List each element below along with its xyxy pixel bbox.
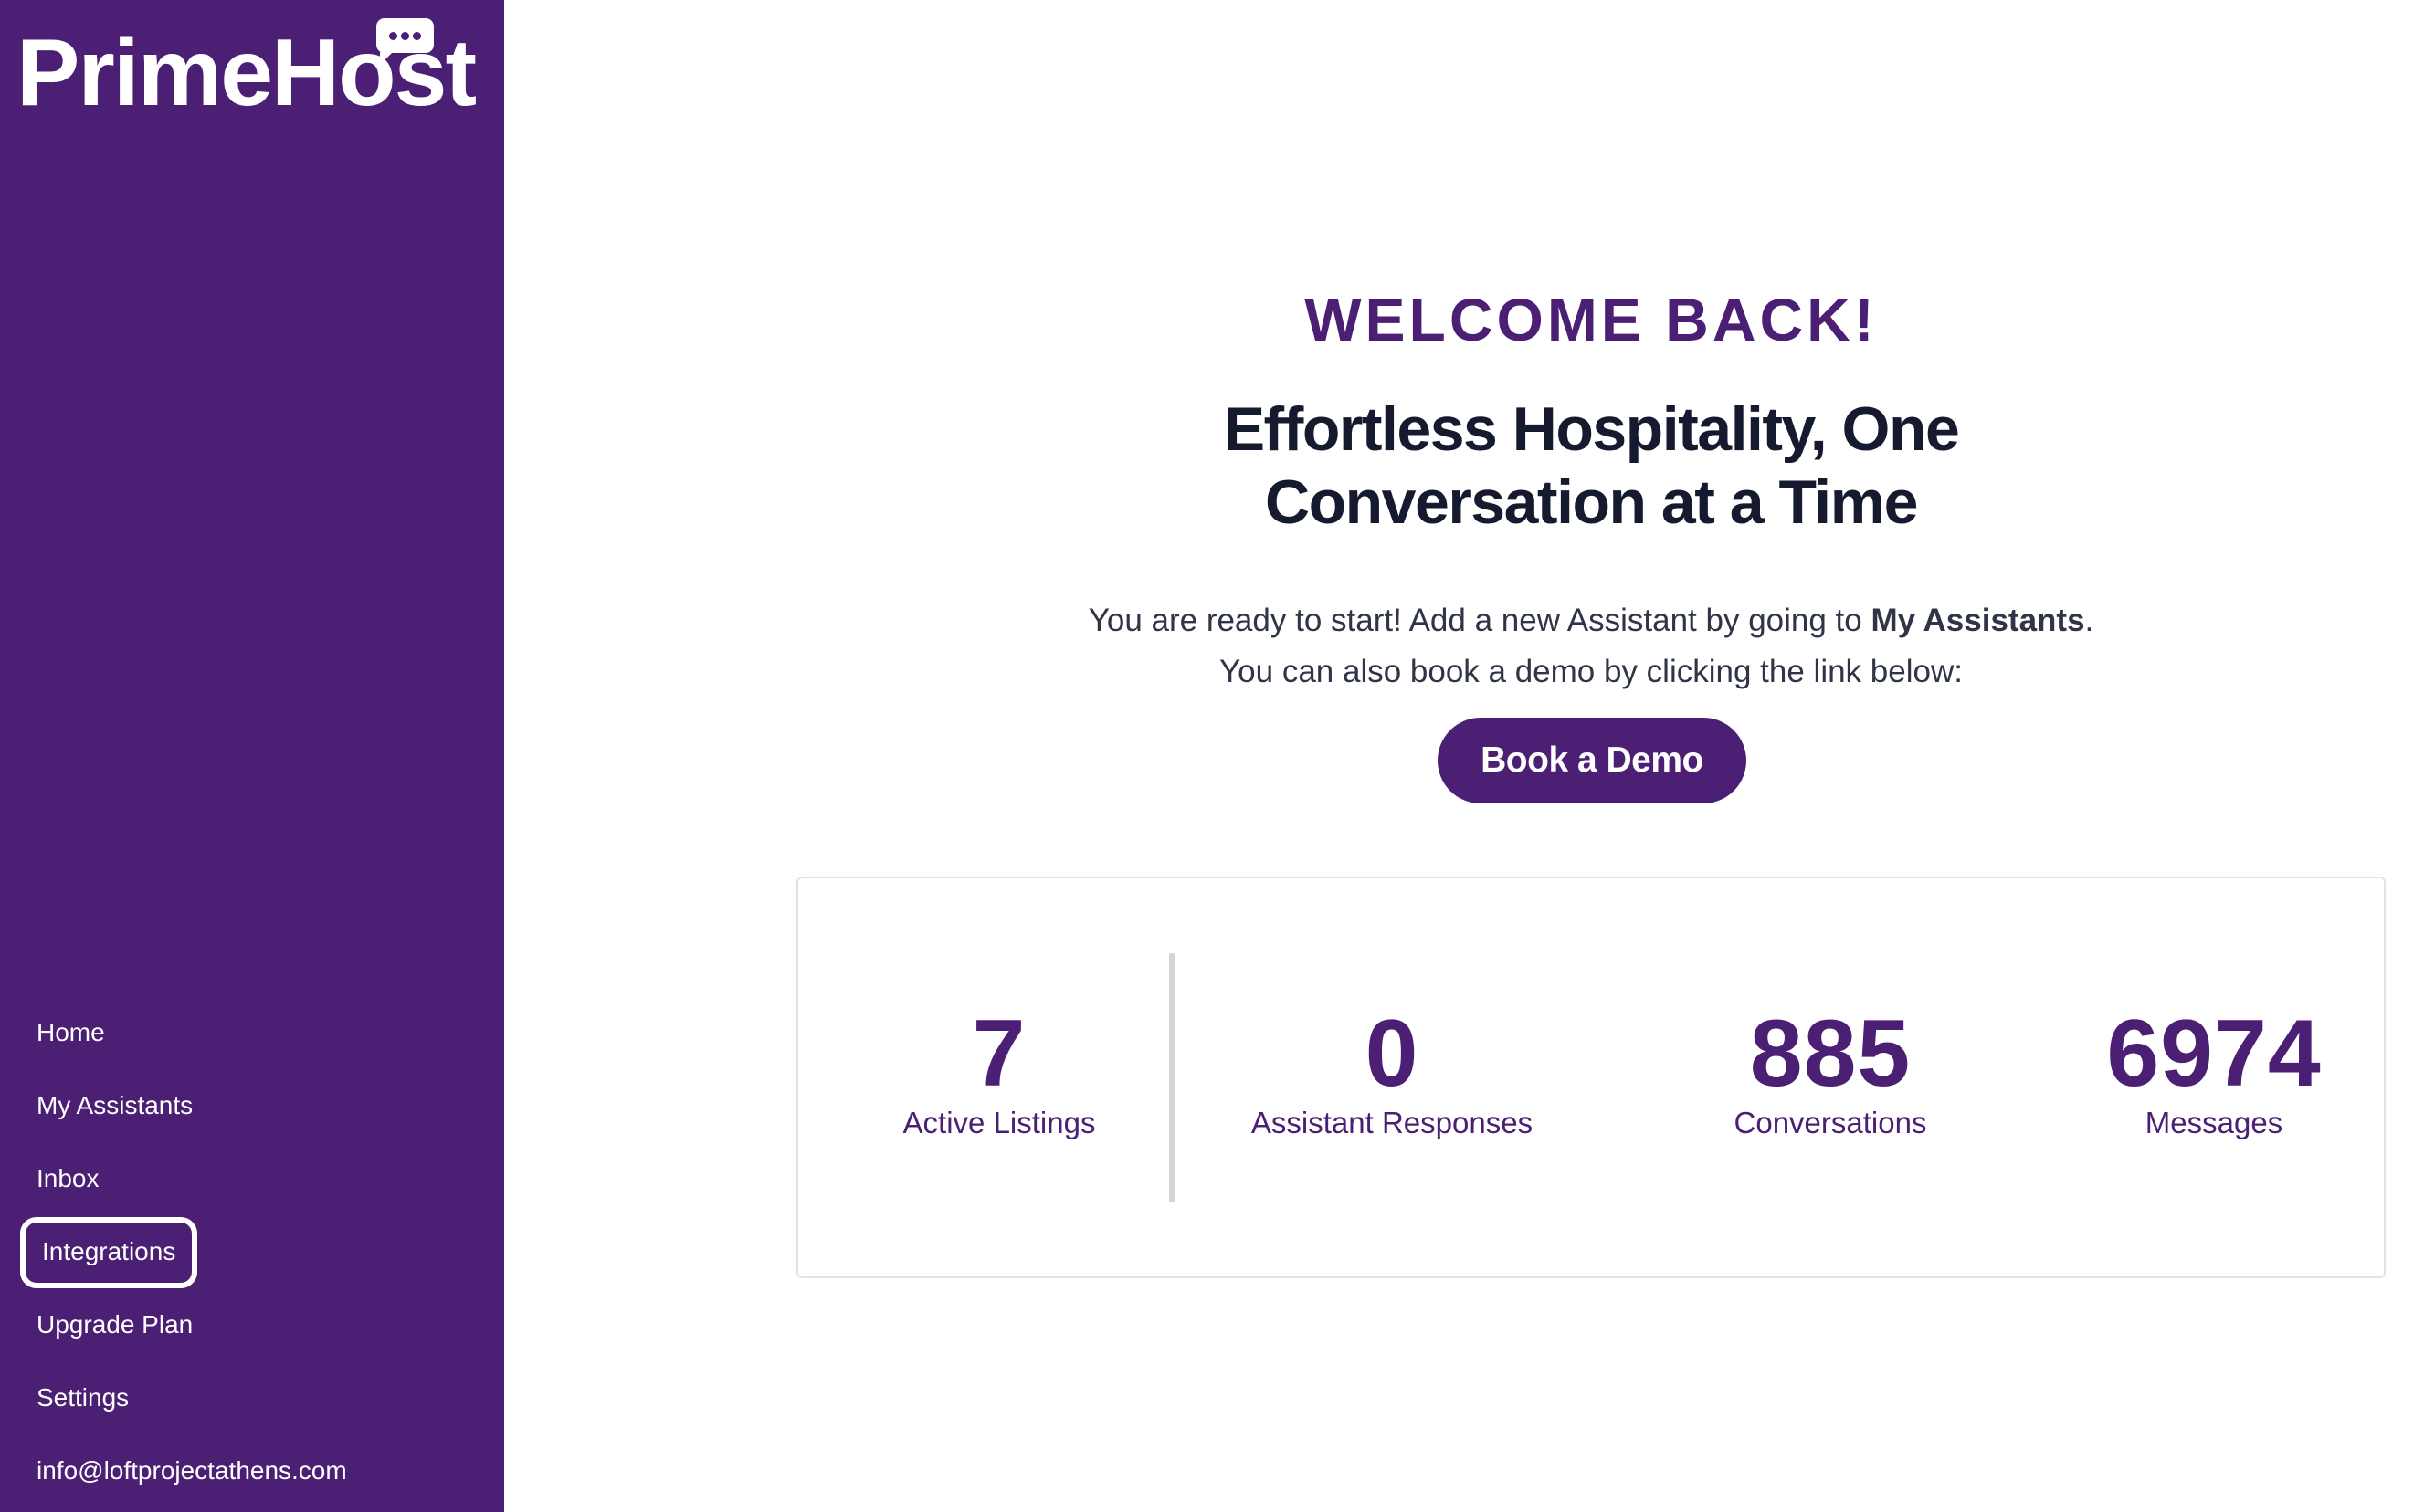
stat-active-listings: 7 Active Listings xyxy=(853,1006,1145,1141)
sidebar-item-integrations[interactable]: Integrations xyxy=(20,1217,198,1288)
account-email: info@loftprojectathens.com xyxy=(37,1456,347,1485)
stat-conversations: 885 Conversations xyxy=(1684,1006,1976,1141)
account-email-link[interactable]: info@loftprojectathens.com xyxy=(37,1453,347,1489)
intro-suffix: . xyxy=(2084,603,2094,638)
bubble-dot xyxy=(413,32,421,40)
stat-value: 7 xyxy=(972,1001,1027,1107)
sidebar-item-settings[interactable]: Settings xyxy=(37,1380,129,1416)
bubble-dot xyxy=(389,32,397,40)
sidebar-item-upgrade-plan[interactable]: Upgrade Plan xyxy=(37,1307,193,1343)
stat-label: Assistant Responses xyxy=(1250,1106,1533,1139)
stats-divider xyxy=(1169,953,1175,1202)
stat-label: Active Listings xyxy=(902,1106,1096,1139)
stat-assistant-responses: 0 Assistant Responses xyxy=(1237,1006,1547,1141)
sidebar-item-label: Integrations xyxy=(42,1237,176,1265)
welcome-heading: WELCOME BACK! xyxy=(1304,286,1878,353)
sidebar-item-label: Upgrade Plan xyxy=(37,1310,194,1339)
sidebar-item-label: Inbox xyxy=(37,1164,100,1192)
stat-label: Messages xyxy=(2145,1106,2283,1139)
page-title: Effortless Hospitality, One Conversation… xyxy=(952,393,2230,539)
stat-value: 0 xyxy=(1365,1001,1419,1107)
app: PrimeHost Home My Assistants Inbox Integ… xyxy=(0,0,2424,1512)
headline-line-1: Effortless Hospitality, One xyxy=(1223,394,1960,464)
stat-value: 6974 xyxy=(2106,1001,2322,1107)
intro-text: You are ready to start! Add a new Assist… xyxy=(952,595,2230,698)
stat-messages: 6974 Messages xyxy=(2068,1006,2360,1141)
main-content: WELCOME BACK! Effortless Hospitality, On… xyxy=(504,0,2424,1512)
stat-value: 885 xyxy=(1749,1001,1912,1107)
intro-line-2: You can also book a demo by clicking the… xyxy=(1219,654,1963,689)
intro-prefix: You are ready to start! Add a new Assist… xyxy=(1088,603,1871,638)
headline-line-2: Conversation at a Time xyxy=(1265,467,1918,537)
chat-bubble-icon xyxy=(376,18,434,65)
sidebar-item-label: Settings xyxy=(37,1383,130,1412)
book-demo-button[interactable]: Book a Demo xyxy=(1438,718,1746,803)
stat-label: Conversations xyxy=(1734,1106,1927,1139)
sidebar-item-home[interactable]: Home xyxy=(37,1014,105,1051)
my-assistants-reference: My Assistants xyxy=(1871,603,2085,638)
sidebar-item-my-assistants[interactable]: My Assistants xyxy=(37,1087,193,1124)
sidebar: PrimeHost Home My Assistants Inbox Integ… xyxy=(0,0,504,1512)
sidebar-item-inbox[interactable]: Inbox xyxy=(37,1160,100,1197)
stats-card: 7 Active Listings 0 Assistant Responses … xyxy=(796,877,2386,1278)
sidebar-item-label: Home xyxy=(37,1018,105,1046)
sidebar-item-label: My Assistants xyxy=(37,1091,194,1119)
bubble-dot xyxy=(401,32,409,40)
